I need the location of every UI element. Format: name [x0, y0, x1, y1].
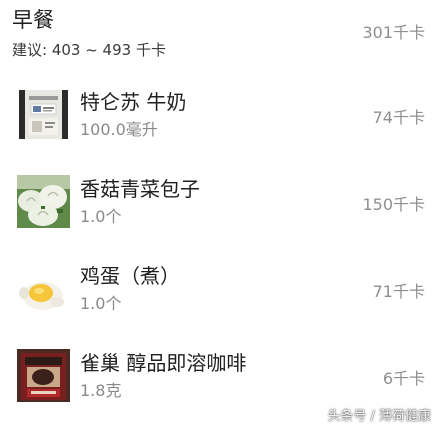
meal-title: 早餐 [12, 8, 54, 32]
milk-carton-icon [17, 88, 70, 141]
food-name: 鸡蛋（煮） [80, 264, 180, 288]
food-item-bun[interactable]: 香菇青菜包子 1.0个 150千卡 [0, 175, 441, 262]
coffee-jar-icon [17, 349, 70, 402]
food-name: 特仑苏 牛奶 [80, 90, 187, 114]
boiled-egg-icon [17, 262, 70, 315]
food-calories: 6千卡 [382, 369, 425, 388]
food-calories: 74千卡 [372, 108, 425, 127]
food-amount: 1.8克 [80, 381, 122, 400]
food-item-milk[interactable]: 特仑苏 牛奶 100.0毫升 74千卡 [0, 88, 441, 175]
food-amount: 100.0毫升 [80, 120, 158, 139]
meal-header: 早餐 建议: 403 ~ 493 千卡 301千卡 [0, 0, 441, 72]
watermark-text: 头条号 / 薄荷健康 [327, 409, 431, 424]
food-calories: 150千卡 [362, 195, 425, 214]
meal-total-calories: 301千卡 [362, 23, 425, 42]
food-list: 特仑苏 牛奶 100.0毫升 74千卡 香菇青菜包子 1.0个 150千卡 鸡蛋… [0, 88, 441, 436]
food-item-egg[interactable]: 鸡蛋（煮） 1.0个 71千卡 [0, 262, 441, 349]
food-amount: 1.0个 [80, 207, 122, 226]
calorie-suggestion: 建议: 403 ~ 493 千卡 [12, 41, 166, 59]
food-name: 香菇青菜包子 [80, 177, 200, 201]
food-calories: 71千卡 [372, 282, 425, 301]
food-amount: 1.0个 [80, 294, 122, 313]
food-name: 雀巢 醇品即溶咖啡 [80, 351, 247, 375]
steamed-bun-icon [17, 175, 70, 228]
